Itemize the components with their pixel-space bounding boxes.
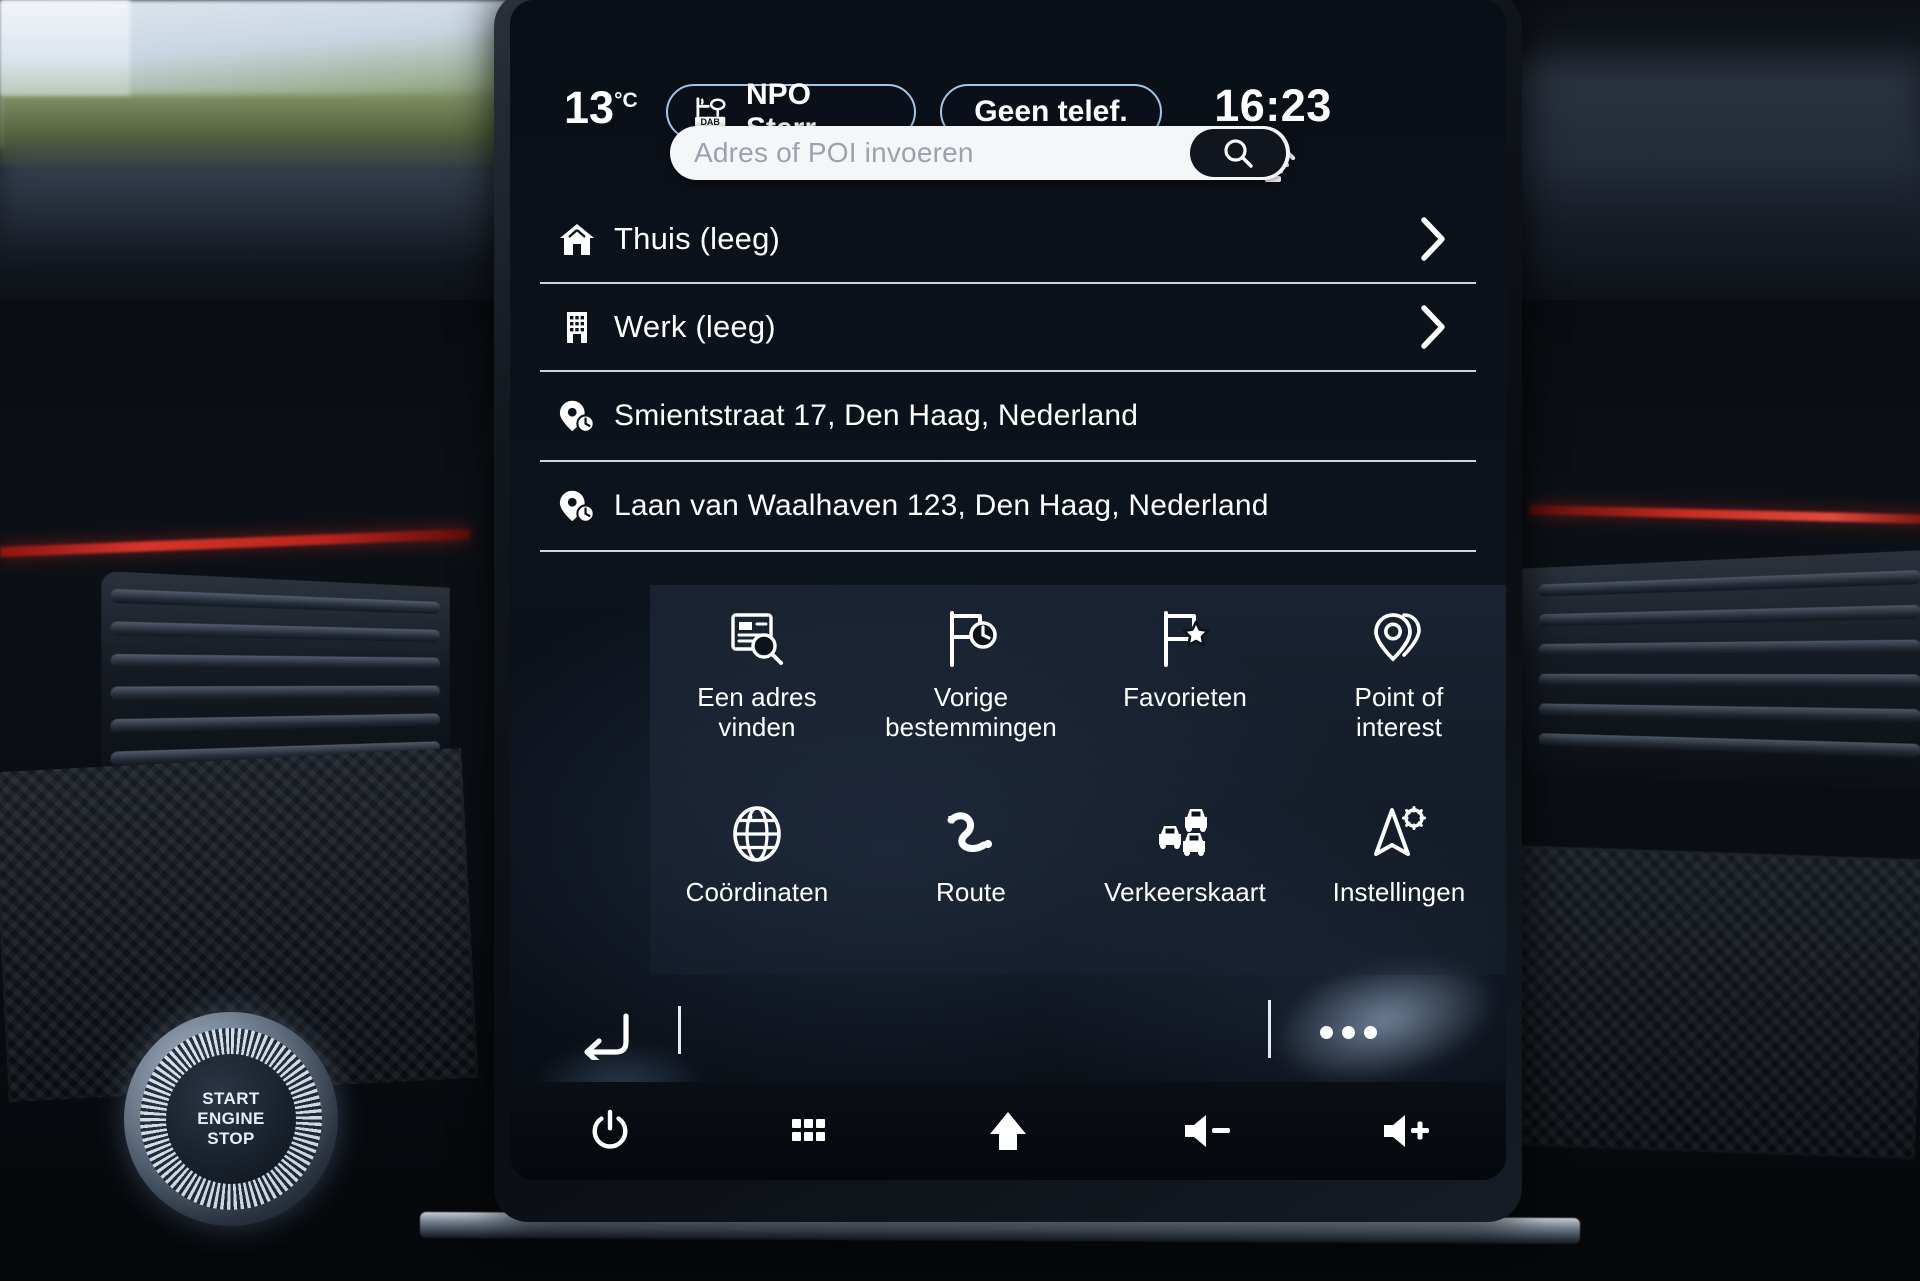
apps-button[interactable]: [709, 1111, 908, 1151]
tile-label: Verkeerskaart: [1104, 877, 1266, 907]
action-bar-divider-left: [678, 1006, 681, 1054]
dashboard-photo: START ENGINE STOP 13°C DAB NPO Geen tele…: [0, 0, 1920, 1281]
air-vent-right: [1522, 549, 1920, 791]
tile-vorige-bestemmingen[interactable]: Vorige bestemmingen: [864, 585, 1078, 780]
outside-temperature: 13°C: [564, 82, 638, 134]
apps-grid-icon: [786, 1111, 832, 1151]
tile-label: Route: [936, 877, 1006, 907]
tile-verkeerskaart[interactable]: Verkeerskaart: [1078, 780, 1292, 975]
traffic-cars-icon: [1154, 798, 1216, 870]
knob-face: START ENGINE STOP: [166, 1054, 296, 1184]
tile-label: Point of interest: [1354, 682, 1444, 742]
search-input[interactable]: Adres of POI invoeren: [694, 137, 974, 169]
back-arrow-icon[interactable]: [576, 1008, 632, 1060]
phone-status-label: Geen telef.: [974, 95, 1128, 128]
dab-radio-icon: DAB: [692, 95, 734, 129]
home-icon: [984, 1108, 1032, 1154]
chevron-right-icon[interactable]: [1418, 215, 1448, 263]
infotainment-screen[interactable]: 13°C DAB NPO Sterr... Ge: [510, 0, 1506, 1180]
home-button[interactable]: [908, 1108, 1107, 1154]
temperature-unit: °C: [614, 89, 638, 112]
tile-favorieten[interactable]: Favorieten: [1078, 585, 1292, 780]
tile-label: Vorige bestemmingen: [885, 682, 1057, 742]
list-item-label: Smientstraat 17, Den Haag, Nederland: [614, 399, 1139, 432]
navigation-settings-icon: [1368, 798, 1430, 870]
windshield-sky: [0, 0, 130, 95]
flag-star-icon: [1154, 603, 1216, 675]
dash-highlight-left: [0, 150, 520, 260]
chevron-right-icon[interactable]: [1418, 303, 1448, 351]
flag-clock-icon: [940, 603, 1002, 675]
list-item-label: Laan van Waalhaven 123, Den Haag, Nederl…: [614, 489, 1269, 522]
search-icon: [1221, 136, 1255, 170]
globe-icon: [726, 798, 788, 870]
tile-label: Coördinaten: [685, 877, 829, 907]
list-item-work[interactable]: Werk (leeg): [540, 284, 1476, 372]
tile-coordinaten[interactable]: Coördinaten: [650, 780, 864, 975]
route-icon: [940, 798, 1002, 870]
infotainment-bezel: 13°C DAB NPO Sterr... Ge: [494, 0, 1522, 1222]
volume-up-button[interactable]: [1307, 1110, 1506, 1152]
start-stop-button[interactable]: START ENGINE STOP: [124, 1012, 338, 1226]
recent-location-icon: [540, 487, 614, 525]
list-item-label: Thuis (leeg): [614, 221, 781, 256]
knob-label-stop: STOP: [207, 1129, 255, 1149]
address-search-icon: [726, 603, 788, 675]
knob-label-start: START: [202, 1088, 260, 1108]
knob-label-engine: ENGINE: [197, 1108, 265, 1128]
clock: 16:23: [1214, 80, 1332, 131]
power-button[interactable]: [510, 1109, 709, 1153]
destination-list: Thuis (leeg) Werk (leeg) Smientstraat 17…: [540, 196, 1476, 552]
tile-route[interactable]: Route: [864, 780, 1078, 975]
recent-location-icon: [540, 397, 614, 435]
home-icon: [540, 220, 614, 258]
menu-grid: Een adres vinden Vorige bestemmingen Fav…: [650, 585, 1506, 975]
tile-point-of-interest[interactable]: Point of interest: [1292, 585, 1506, 780]
more-options-icon[interactable]: [1320, 1026, 1377, 1039]
action-bar-divider-right: [1268, 1000, 1271, 1058]
tile-label: Instellingen: [1332, 877, 1466, 907]
tile-label: Favorieten: [1123, 682, 1247, 712]
volume-down-icon: [1179, 1110, 1235, 1152]
search-bar[interactable]: Adres of POI invoeren: [670, 126, 1290, 180]
temperature-value: 13: [564, 82, 615, 133]
list-item-recent-2[interactable]: Laan van Waalhaven 123, Den Haag, Nederl…: [540, 462, 1476, 552]
list-item-recent-1[interactable]: Smientstraat 17, Den Haag, Nederland: [540, 372, 1476, 462]
bottom-navigation-bar: [510, 1082, 1506, 1180]
tile-instellingen[interactable]: Instellingen: [1292, 780, 1506, 975]
list-item-label: Werk (leeg): [614, 309, 776, 344]
status-bar: 13°C DAB NPO Sterr... Ge: [510, 38, 1506, 182]
volume-down-button[interactable]: [1108, 1110, 1307, 1152]
tile-label: Een adres vinden: [697, 682, 817, 742]
dash-highlight-right: [1500, 60, 1920, 220]
action-bar: [510, 990, 1506, 1080]
list-item-home[interactable]: Thuis (leeg): [540, 196, 1476, 284]
tile-een-adres-vinden[interactable]: Een adres vinden: [650, 585, 864, 780]
search-button[interactable]: [1190, 129, 1286, 177]
building-icon: [540, 308, 614, 346]
power-icon: [589, 1109, 631, 1153]
poi-pins-icon: [1368, 603, 1430, 675]
volume-up-icon: [1378, 1110, 1434, 1152]
